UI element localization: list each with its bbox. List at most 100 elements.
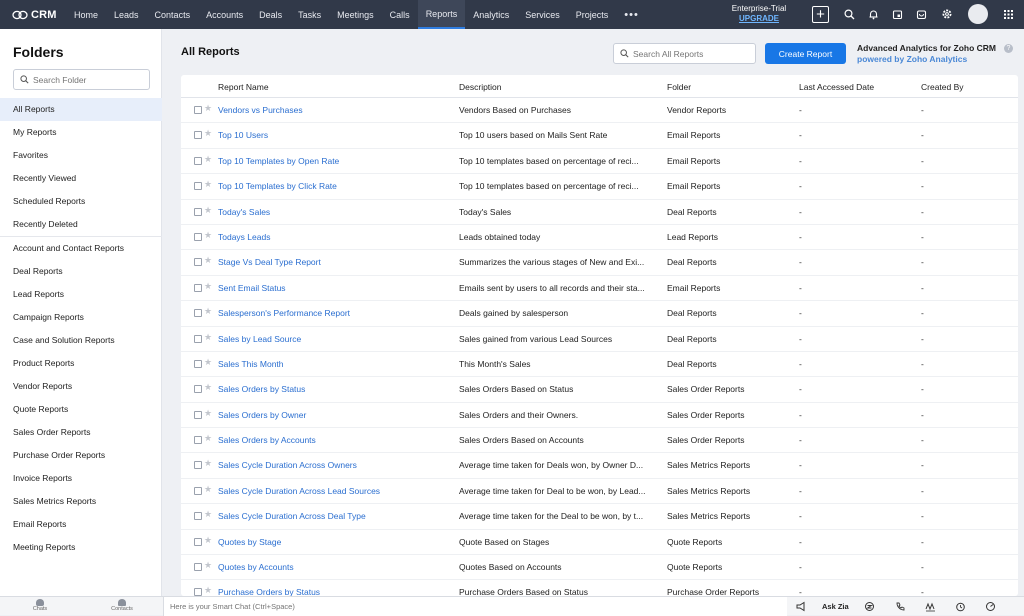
table-row[interactable]: ★ Salesperson's Performance Report Deals g…	[181, 301, 1018, 327]
table-row[interactable]: ★ Sales by Lead Source Sales gained from v…	[181, 327, 1018, 352]
report-name-link[interactable]: Top 10 Users	[218, 130, 448, 140]
sidebar-item-meeting-reports[interactable]: Meeting Reports	[0, 536, 162, 559]
tab-meetings[interactable]: Meetings	[329, 0, 382, 29]
column-report-name[interactable]: Report Name	[218, 82, 269, 92]
tab-contacts[interactable]: Contacts	[147, 0, 199, 29]
star-icon[interactable]: ★	[204, 433, 212, 444]
table-row[interactable]: ★ Quotes by Accounts Quotes Based on Accou…	[181, 555, 1018, 581]
contacts-tab[interactable]: Contacts	[102, 599, 142, 612]
table-row[interactable]: ★ Sales This Month This Month's Sales Deal …	[181, 352, 1018, 378]
phone-icon[interactable]	[895, 601, 906, 612]
promo-subtitle[interactable]: powered by Zoho Analytics	[857, 54, 1017, 64]
sidebar-item-recently-viewed[interactable]: Recently Viewed	[0, 167, 162, 190]
table-row[interactable]: ★ Sales Cycle Duration Across Deal Type Av…	[181, 504, 1018, 530]
search-icon[interactable]	[842, 7, 856, 21]
alarm-clock-icon[interactable]	[955, 601, 966, 612]
speedometer-icon[interactable]	[985, 601, 996, 612]
row-checkbox[interactable]	[194, 461, 202, 470]
star-icon[interactable]: ★	[204, 255, 212, 266]
tab-accounts[interactable]: Accounts	[198, 0, 251, 29]
row-checkbox[interactable]	[194, 258, 202, 267]
apps-grid-icon[interactable]	[1001, 7, 1015, 21]
star-icon[interactable]: ★	[204, 382, 212, 393]
help-icon[interactable]: ?	[1004, 44, 1013, 53]
star-icon[interactable]: ★	[204, 458, 212, 469]
folder-search-input[interactable]	[33, 74, 143, 85]
star-icon[interactable]: ★	[204, 535, 212, 546]
row-checkbox[interactable]	[194, 385, 202, 394]
report-search-input[interactable]	[633, 48, 751, 59]
report-name-link[interactable]: Top 10 Templates by Open Rate	[218, 156, 448, 166]
report-name-link[interactable]: Sales Cycle Duration Across Owners	[218, 460, 448, 470]
gear-icon[interactable]	[940, 7, 954, 21]
report-name-link[interactable]: Quotes by Accounts	[218, 562, 448, 572]
sidebar-item-sales-metrics-reports[interactable]: Sales Metrics Reports	[0, 490, 162, 513]
report-name-link[interactable]: Sent Email Status	[218, 283, 448, 293]
column-description[interactable]: Description	[459, 82, 502, 92]
column-folder[interactable]: Folder	[667, 82, 691, 92]
column-created-by[interactable]: Created By	[921, 82, 964, 92]
table-row[interactable]: ★ Sales Cycle Duration Across Owners Avera…	[181, 453, 1018, 479]
chats-tab[interactable]: Chats	[20, 599, 60, 612]
row-checkbox[interactable]	[194, 232, 202, 241]
ask-zia-button[interactable]: Ask Zia	[822, 602, 849, 611]
store-icon[interactable]	[914, 7, 928, 21]
row-checkbox[interactable]	[194, 588, 202, 596]
star-icon[interactable]: ★	[204, 154, 212, 165]
star-icon[interactable]: ★	[204, 230, 212, 241]
star-icon[interactable]: ★	[204, 128, 212, 139]
report-name-link[interactable]: Sales Cycle Duration Across Deal Type	[218, 511, 448, 521]
sidebar-item-my-reports[interactable]: My Reports	[0, 121, 162, 144]
sidebar-item-scheduled-reports[interactable]: Scheduled Reports	[0, 190, 162, 213]
row-checkbox[interactable]	[194, 486, 202, 495]
sidebar-item-invoice-reports[interactable]: Invoice Reports	[0, 467, 162, 490]
report-name-link[interactable]: Sales This Month	[218, 359, 448, 369]
report-name-link[interactable]: Sales Orders by Status	[218, 384, 448, 394]
analytics-promo[interactable]: Advanced Analytics for Zoho CRM powered …	[857, 43, 1017, 64]
table-row[interactable]: ★ Sales Orders by Owner Sales Orders and t…	[181, 403, 1018, 429]
star-icon[interactable]: ★	[204, 205, 212, 216]
row-checkbox[interactable]	[194, 207, 202, 216]
tab-projects[interactable]: Projects	[568, 0, 617, 29]
table-row[interactable]: ★ Stage Vs Deal Type Report Summarizes the…	[181, 250, 1018, 276]
sidebar-item-recently-deleted[interactable]: Recently Deleted	[0, 213, 162, 236]
create-report-button[interactable]: Create Report	[765, 43, 846, 64]
row-checkbox[interactable]	[194, 131, 202, 140]
star-icon[interactable]: ★	[204, 484, 212, 495]
row-checkbox[interactable]	[194, 512, 202, 521]
table-row[interactable]: ★ Todays Leads Leads obtained today Lead Re…	[181, 225, 1018, 251]
star-icon[interactable]: ★	[204, 560, 212, 571]
sidebar-item-account-and-contact-reports[interactable]: Account and Contact Reports	[0, 237, 162, 260]
sidebar-item-product-reports[interactable]: Product Reports	[0, 352, 162, 375]
table-row[interactable]: ★ Top 10 Templates by Click Rate Top 10 te…	[181, 174, 1018, 200]
table-row[interactable]: ★ Top 10 Users Top 10 users based on Mails…	[181, 123, 1018, 149]
table-row[interactable]: ★ Vendors vs Purchases Vendors Based on Pu…	[181, 98, 1018, 124]
sidebar-item-vendor-reports[interactable]: Vendor Reports	[0, 375, 162, 398]
report-name-link[interactable]: Todays Leads	[218, 232, 448, 242]
report-name-link[interactable]: Vendors vs Purchases	[218, 105, 448, 115]
report-name-link[interactable]: Sales Orders by Accounts	[218, 435, 448, 445]
tab-reports[interactable]: Reports	[417, 0, 466, 29]
table-row[interactable]: ★ Purchase Orders by Status Purchase Order…	[181, 580, 1018, 596]
table-row[interactable]: ★ Sent Email Status Emails sent by users t…	[181, 276, 1018, 302]
tab-home[interactable]: Home	[66, 0, 106, 29]
sidebar-item-sales-order-reports[interactable]: Sales Order Reports	[0, 421, 162, 444]
star-icon[interactable]: ★	[204, 332, 212, 343]
table-row[interactable]: ★ Today's Sales Today's Sales Deal Reports -…	[181, 200, 1018, 225]
sidebar-item-email-reports[interactable]: Email Reports	[0, 513, 162, 536]
crm-logo[interactable]: CRM	[0, 0, 66, 29]
report-search-box[interactable]	[613, 43, 756, 64]
sidebar-item-case-and-solution-reports[interactable]: Case and Solution Reports	[0, 329, 162, 352]
star-icon[interactable]: ★	[204, 179, 212, 190]
row-checkbox[interactable]	[194, 334, 202, 343]
sidebar-item-all-reports[interactable]: All Reports	[0, 98, 162, 121]
smart-chat-bar[interactable]	[163, 597, 787, 616]
row-checkbox[interactable]	[194, 436, 202, 445]
more-tabs-button[interactable]: •••	[616, 0, 647, 29]
signature-icon[interactable]	[925, 601, 936, 612]
column-last-accessed[interactable]: Last Accessed Date	[799, 82, 874, 92]
row-checkbox[interactable]	[194, 309, 202, 318]
tab-calls[interactable]: Calls	[382, 0, 418, 29]
sidebar-item-campaign-reports[interactable]: Campaign Reports	[0, 306, 162, 329]
folder-search-box[interactable]	[13, 69, 150, 90]
